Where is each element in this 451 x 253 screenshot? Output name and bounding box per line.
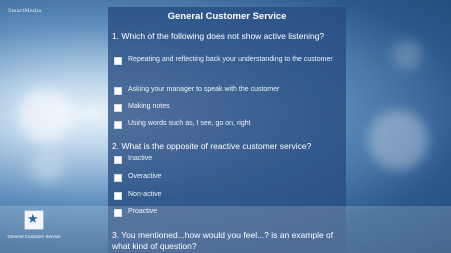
page-title: General Customer Service — [167, 11, 287, 22]
star-icon: ★ — [24, 210, 44, 230]
option-label: Making notes — [128, 103, 170, 110]
option-q2-2[interactable]: Overactive — [114, 173, 342, 182]
option-q1-1[interactable]: Repeating and reflecting back your under… — [114, 56, 342, 65]
option-label: Non-active — [128, 191, 162, 198]
checkbox[interactable] — [114, 121, 122, 129]
app-logo: SmartMedia — [8, 8, 42, 14]
checkbox[interactable] — [114, 192, 122, 200]
checkbox[interactable] — [114, 87, 122, 95]
question-1: 1. Which of the following does not show … — [112, 31, 325, 41]
option-label: Asking your manager to speak with the cu… — [128, 86, 280, 93]
option-q1-3[interactable]: Making notes — [114, 103, 342, 112]
option-q2-3[interactable]: Non-active — [114, 191, 342, 200]
option-label: Using words such as, I see, go on, right — [128, 120, 251, 127]
checkbox[interactable] — [114, 104, 122, 112]
checkbox[interactable] — [114, 156, 122, 164]
course-tile[interactable]: ★ General Customer Service — [4, 208, 64, 250]
option-q2-1[interactable]: Inactive — [114, 155, 342, 164]
checkbox[interactable] — [114, 174, 122, 182]
app-bar — [0, 206, 451, 253]
option-label: Repeating and reflecting back your under… — [128, 56, 333, 63]
option-q1-2[interactable]: Asking your manager to speak with the cu… — [114, 86, 342, 95]
course-tile-label: General Customer Service — [7, 234, 61, 239]
question-2: 2. What is the opposite of reactive cust… — [112, 141, 312, 151]
checkbox[interactable] — [114, 57, 122, 65]
option-q1-4[interactable]: Using words such as, I see, go on, right — [114, 120, 342, 129]
option-label: Overactive — [128, 173, 162, 180]
option-label: Inactive — [128, 155, 153, 162]
